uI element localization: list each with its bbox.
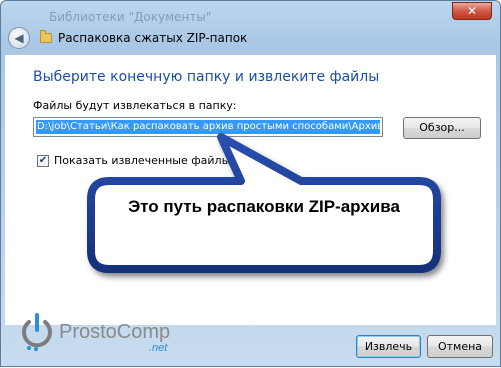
- cancel-button[interactable]: Отмена: [427, 335, 493, 358]
- power-logo-icon: [22, 313, 52, 351]
- window-frame: Библиотеки "Документы" ✕ ◀ Распаковка сж…: [0, 0, 501, 367]
- prostocomp-logo: ProstoComp .net: [19, 312, 179, 356]
- logo-suffix: .net: [149, 342, 168, 354]
- extract-button[interactable]: Извлечь: [356, 335, 421, 358]
- callout-text: Это путь распаковки ZIP-архива: [128, 197, 400, 216]
- logo-wordmark: ProstoComp: [59, 321, 171, 343]
